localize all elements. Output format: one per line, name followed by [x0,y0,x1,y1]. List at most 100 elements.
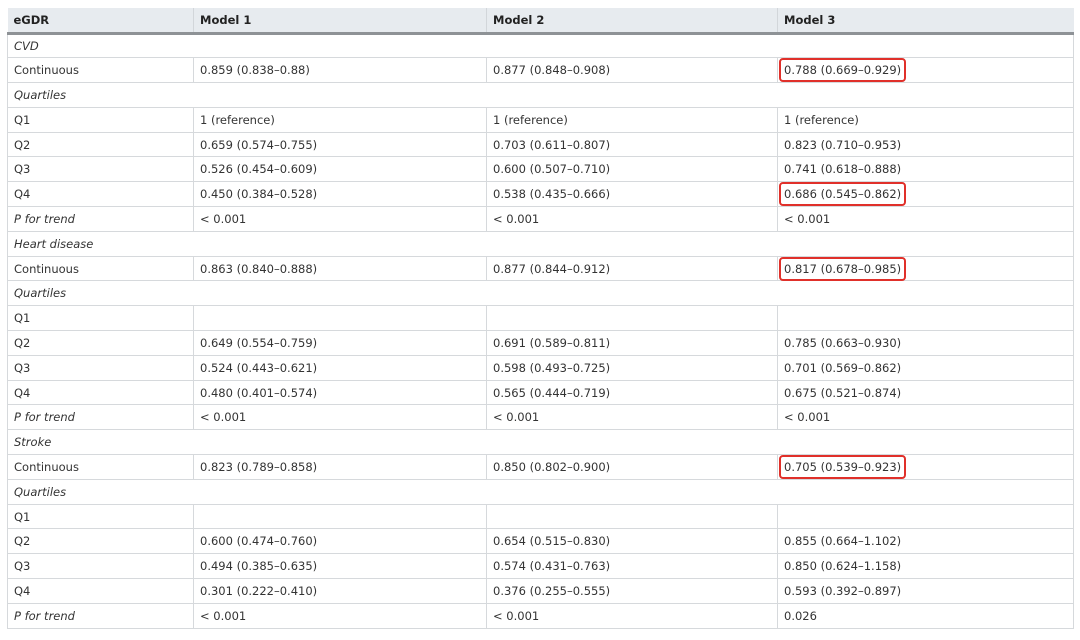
row-label: Continuous [7,256,194,282]
section-label: Quartiles [7,280,1074,307]
table-row: Q3 0.524 (0.443–0.621) 0.598 (0.493–0.725)… [7,355,1074,381]
highlighted-value: 0.788 (0.669–0.929) [778,58,907,83]
model-1-cell: 0.659 (0.574–0.755) [193,132,487,158]
model-2-cell: 0.376 (0.255–0.555) [486,578,778,604]
row-label: Continuous [7,454,194,480]
row-label: Q4 [7,380,194,406]
table-header: eGDR Model 1 Model 2 Model 3 [7,8,1074,35]
column-header-egdr: eGDR [7,8,194,35]
model-1-cell: 0.526 (0.454–0.609) [193,156,487,183]
model-3-cell: 0.705 (0.539–0.923) [777,454,1074,480]
model-3-cell: 0.850 (0.624–1.158) [777,553,1074,580]
table-row: Continuous 0.859 (0.838–0.88) 0.877 (0.848… [7,57,1074,84]
model-3-cell: 0.686 (0.545–0.862) [777,181,1074,208]
model-3-cell: < 0.001 [777,206,1074,232]
model-2-cell: < 0.001 [486,603,778,629]
model-3-cell: 0.593 (0.392–0.897) [777,578,1074,604]
section-row: Quartiles [7,479,1074,505]
row-label: Continuous [7,57,194,84]
model-2-cell [486,305,778,332]
model-2-cell: 0.565 (0.444–0.719) [486,380,778,406]
row-label: Q3 [7,355,194,381]
row-label: Q1 [7,504,194,530]
section-label: Heart disease [7,231,1074,257]
model-2-cell: 0.574 (0.431–0.763) [486,553,778,580]
model-2-cell: 1 (reference) [486,107,778,133]
model-1-cell: 0.859 (0.838–0.88) [193,57,487,84]
model-3-cell [777,305,1074,332]
model-2-cell: 0.877 (0.844–0.912) [486,256,778,282]
table-row: Q3 0.494 (0.385–0.635) 0.574 (0.431–0.763)… [7,553,1074,580]
model-1-cell: 0.863 (0.840–0.888) [193,256,487,282]
section-row: Stroke [7,429,1074,456]
row-label: Q3 [7,553,194,580]
model-1-cell [193,305,487,332]
highlighted-value: 0.705 (0.539–0.923) [778,454,907,479]
table-row: Q2 0.659 (0.574–0.755) 0.703 (0.611–0.807)… [7,132,1074,158]
table-row: Q2 0.600 (0.474–0.760) 0.654 (0.515–0.830)… [7,528,1074,555]
model-1-cell [193,504,487,530]
highlighted-value: 0.817 (0.678–0.985) [778,256,907,281]
row-label: Q1 [7,305,194,332]
model-3-cell: 0.675 (0.521–0.874) [777,380,1074,406]
model-3-cell: 0.823 (0.710–0.953) [777,132,1074,158]
row-label: Q3 [7,156,194,183]
section-row: CVD [7,33,1074,59]
section-label: Quartiles [7,479,1074,505]
model-3-cell: 1 (reference) [777,107,1074,133]
model-1-cell: 0.301 (0.222–0.410) [193,578,487,604]
model-3-cell: 0.701 (0.569–0.862) [777,355,1074,381]
model-1-cell: 0.823 (0.789–0.858) [193,454,487,480]
row-label: P for trend [7,603,194,629]
row-label: Q1 [7,107,194,133]
row-label: P for trend [7,404,194,431]
table-row: Q2 0.649 (0.554–0.759) 0.691 (0.589–0.811)… [7,330,1074,356]
model-2-cell: 0.654 (0.515–0.830) [486,528,778,555]
section-row: Heart disease [7,231,1074,257]
highlighted-value: 0.686 (0.545–0.862) [778,182,907,207]
table-row: Continuous 0.823 (0.789–0.858) 0.850 (0.80… [7,454,1074,480]
table-row: Q4 0.301 (0.222–0.410) 0.376 (0.255–0.555)… [7,578,1074,604]
model-2-cell: 0.600 (0.507–0.710) [486,156,778,183]
model-3-cell: 0.741 (0.618–0.888) [777,156,1074,183]
model-1-cell: 0.649 (0.554–0.759) [193,330,487,356]
header-row: eGDR Model 1 Model 2 Model 3 [7,8,1074,35]
table-row: Continuous 0.863 (0.840–0.888) 0.877 (0.84… [7,256,1074,282]
table-row: Q1 1 (reference) 1 (reference) 1 (reference… [7,107,1074,133]
model-2-cell: 0.703 (0.611–0.807) [486,132,778,158]
table-row: Q4 0.480 (0.401–0.574) 0.565 (0.444–0.719)… [7,380,1074,406]
row-label: Q2 [7,132,194,158]
model-2-cell: < 0.001 [486,404,778,431]
section-label: Stroke [7,429,1074,456]
model-1-cell: 0.600 (0.474–0.760) [193,528,487,555]
table-row: Q3 0.526 (0.454–0.609) 0.600 (0.507–0.710)… [7,156,1074,183]
row-label: P for trend [7,206,194,232]
row-label: Q4 [7,578,194,604]
column-header-model-1: Model 1 [193,8,487,35]
model-1-cell: 0.480 (0.401–0.574) [193,380,487,406]
model-3-cell: 0.817 (0.678–0.985) [777,256,1074,282]
table-row: P for trend < 0.001 < 0.001 < 0.001 [7,206,1074,232]
table-row: Q1 [7,305,1074,332]
section-label: CVD [7,33,1074,59]
model-2-cell: 0.538 (0.435–0.666) [486,181,778,208]
model-1-cell: 0.450 (0.384–0.528) [193,181,487,208]
model-2-cell: 0.877 (0.848–0.908) [486,57,778,84]
model-3-cell: 0.788 (0.669–0.929) [777,57,1074,84]
model-3-cell [777,504,1074,530]
model-3-cell: 0.855 (0.664–1.102) [777,528,1074,555]
model-1-cell: < 0.001 [193,603,487,629]
model-2-cell: 0.850 (0.802–0.900) [486,454,778,480]
model-3-cell: 0.026 [777,603,1074,629]
model-1-cell: < 0.001 [193,206,487,232]
row-label: Q2 [7,528,194,555]
section-row: Quartiles [7,82,1074,108]
model-1-cell: 0.524 (0.443–0.621) [193,355,487,381]
row-label: Q4 [7,181,194,208]
table-row: P for trend < 0.001 < 0.001 0.026 [7,603,1074,629]
column-header-model-2: Model 2 [486,8,778,35]
table-row: Q1 [7,504,1074,530]
results-table: eGDR Model 1 Model 2 Model 3 CVD Continuo… [7,8,1074,629]
column-header-model-3: Model 3 [777,8,1074,35]
table-row: Q4 0.450 (0.384–0.528) 0.538 (0.435–0.666)… [7,181,1074,208]
